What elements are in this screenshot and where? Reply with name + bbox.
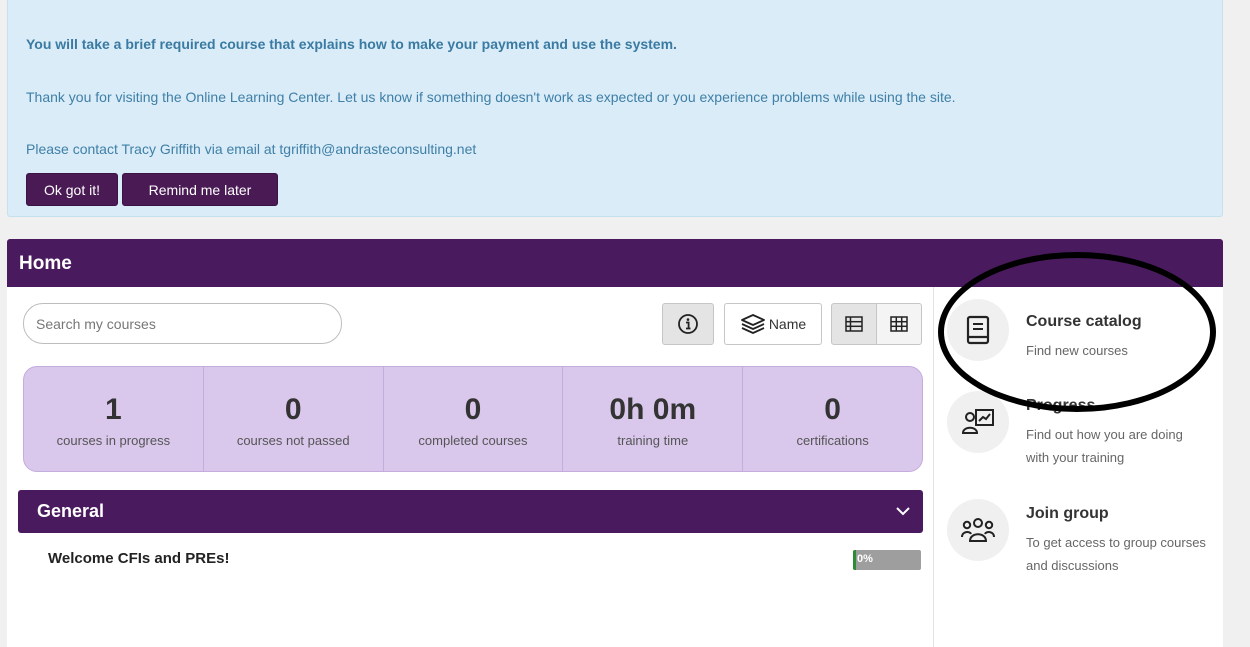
remind-me-later-button[interactable]: Remind me later	[122, 173, 278, 206]
group-icon	[947, 499, 1009, 561]
sidebar-divider	[933, 287, 934, 647]
book-icon	[947, 299, 1009, 361]
stat-value: 1	[105, 393, 122, 426]
stat-value: 0	[284, 393, 302, 426]
course-progress-fill	[853, 550, 857, 570]
sidebar-item-title: Course catalog	[1026, 313, 1142, 330]
sidebar-item-progress[interactable]: Progress Find out how you are doing with…	[947, 391, 1217, 476]
list-view-button[interactable]	[831, 303, 877, 345]
stat-training-time: 0h 0m training time	[563, 367, 744, 471]
general-section-header[interactable]: General	[18, 490, 923, 533]
sidebar-item-join-group[interactable]: Join group To get access to group course…	[947, 499, 1217, 584]
info-button[interactable]	[662, 303, 714, 345]
stat-label: training time	[617, 433, 689, 448]
stats-summary: 1 courses in progress 0 courses not pass…	[23, 366, 923, 472]
course-progress-text: 0%	[857, 553, 873, 565]
stat-label: courses not passed	[236, 433, 350, 448]
stat-value: 0h 0m	[609, 393, 697, 426]
notice-thanks-text: Thank you for visiting the Online Learni…	[26, 89, 956, 105]
stat-label: completed courses	[418, 433, 528, 448]
course-row[interactable]: Welcome CFIs and PREs! 0%	[18, 537, 923, 583]
grid-view-button[interactable]	[876, 303, 922, 345]
sidebar-item-title: Progress	[1026, 397, 1096, 414]
sort-by-name-button[interactable]: Name	[724, 303, 822, 345]
stat-label: courses in progress	[56, 433, 171, 448]
ok-got-it-button[interactable]: Ok got it!	[26, 173, 118, 206]
sidebar-item-desc: To get access to group courses and discu…	[1026, 535, 1206, 573]
sidebar-item-desc: Find out how you are doing with your tra…	[1026, 427, 1183, 465]
general-section-title: General	[37, 501, 105, 521]
info-icon	[678, 314, 698, 334]
stat-courses-in-progress: 1 courses in progress	[24, 367, 204, 471]
course-title: Welcome CFIs and PREs!	[48, 550, 230, 567]
stat-completed-courses: 0 completed courses	[384, 367, 564, 471]
course-progress-bar: 0%	[853, 550, 921, 570]
sidebar-item-title: Join group	[1026, 505, 1109, 522]
stat-value: 0	[464, 393, 482, 426]
list-view-icon	[845, 316, 863, 332]
progress-chart-icon	[947, 391, 1009, 453]
sort-label: Name	[768, 316, 807, 332]
notice-required-course-text: You will take a brief required course th…	[26, 36, 677, 52]
search-courses-input[interactable]	[23, 303, 342, 344]
stat-label: certifications	[796, 433, 869, 448]
notice-banner: You will take a brief required course th…	[7, 0, 1223, 217]
home-header: Home	[7, 239, 1223, 287]
stat-courses-not-passed: 0 courses not passed	[204, 367, 384, 471]
sidebar-item-desc: Find new courses	[1026, 343, 1128, 358]
chevron-down-icon	[896, 507, 910, 516]
notice-contact-text: Please contact Tracy Griffith via email …	[26, 141, 477, 157]
stat-certifications: 0 certifications	[743, 367, 922, 471]
sidebar-item-course-catalog[interactable]: Course catalog Find new courses	[947, 299, 1217, 369]
layers-icon	[740, 314, 765, 334]
grid-view-icon	[890, 316, 908, 332]
stat-value: 0	[824, 393, 841, 426]
page-title: Home	[19, 253, 72, 274]
home-panel: Home Name	[7, 239, 1223, 647]
